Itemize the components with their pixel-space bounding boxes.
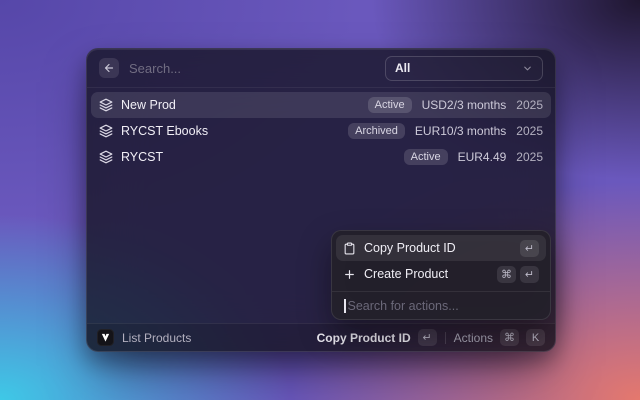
arrow-left-icon: [103, 62, 115, 74]
v-mark-icon: [97, 329, 114, 346]
search-input[interactable]: [129, 60, 375, 76]
primary-action-button[interactable]: Copy Product ID ↵: [317, 329, 437, 346]
back-button[interactable]: [99, 58, 119, 78]
shortcut-keys: ⌘ ↵: [497, 265, 539, 283]
status-bar-actions: Copy Product ID ↵ Actions ⌘ K: [317, 329, 545, 346]
product-row[interactable]: RYCST Ebooks Archived EUR10/3 months 202…: [91, 118, 551, 144]
product-meta: Active USD2/3 months 2025: [367, 97, 543, 113]
actions-search: [336, 292, 546, 319]
return-keycap: ↵: [520, 265, 539, 283]
status-badge: Active: [367, 97, 412, 113]
product-meta: Archived EUR10/3 months 2025: [348, 123, 543, 139]
k-keycap: K: [526, 329, 545, 346]
product-name: RYCST: [121, 150, 164, 164]
search-header: All: [87, 49, 555, 87]
command-name: List Products: [122, 330, 192, 345]
product-price: EUR4.49: [457, 150, 507, 164]
actions-menu: Copy Product ID ↵ Create Product ⌘ ↵: [331, 230, 551, 320]
return-keycap: ↵: [417, 329, 437, 346]
actions-search-input[interactable]: [345, 298, 538, 313]
product-price: EUR10/3 months: [414, 124, 507, 138]
command-palette-window: All New Prod Active USD2/3 months 2025 R…: [86, 48, 556, 352]
product-price: USD2/3 months: [421, 98, 507, 112]
filter-dropdown[interactable]: All: [385, 55, 543, 81]
product-year: 2025: [516, 98, 543, 112]
menu-item-copy-product-id[interactable]: Copy Product ID ↵: [336, 235, 546, 261]
menu-item-create-product[interactable]: Create Product ⌘ ↵: [336, 261, 546, 287]
chevron-down-icon: [522, 63, 533, 74]
product-row[interactable]: New Prod Active USD2/3 months 2025: [91, 92, 551, 118]
menu-item-label: Create Product: [364, 267, 449, 281]
layers-icon: [99, 98, 113, 112]
plus-icon: [343, 268, 356, 281]
product-name: New Prod: [121, 98, 176, 112]
status-bar: List Products Copy Product ID ↵ Actions …: [87, 323, 555, 351]
status-badge: Active: [403, 149, 448, 165]
clipboard-icon: [343, 242, 356, 255]
shortcut-keys: ↵: [520, 239, 539, 257]
primary-action-label: Copy Product ID: [316, 330, 411, 345]
actions-label: Actions: [453, 330, 493, 345]
layers-icon: [99, 124, 113, 138]
filter-dropdown-value: All: [395, 61, 411, 75]
status-badge: Archived: [348, 123, 405, 139]
layers-icon: [99, 150, 113, 164]
return-keycap: ↵: [520, 239, 539, 257]
actions-button[interactable]: Actions ⌘ K: [454, 329, 545, 346]
product-year: 2025: [516, 124, 543, 138]
menu-item-label: Copy Product ID: [364, 241, 456, 255]
command-keycap: ⌘: [500, 329, 519, 346]
product-meta: Active EUR4.49 2025: [403, 149, 543, 165]
product-year: 2025: [516, 150, 543, 164]
product-list: New Prod Active USD2/3 months 2025 RYCST…: [87, 88, 555, 170]
command-keycap: ⌘: [497, 265, 516, 283]
product-name: RYCST Ebooks: [121, 124, 209, 138]
product-row[interactable]: RYCST Active EUR4.49 2025: [91, 144, 551, 170]
separator: [444, 331, 446, 344]
